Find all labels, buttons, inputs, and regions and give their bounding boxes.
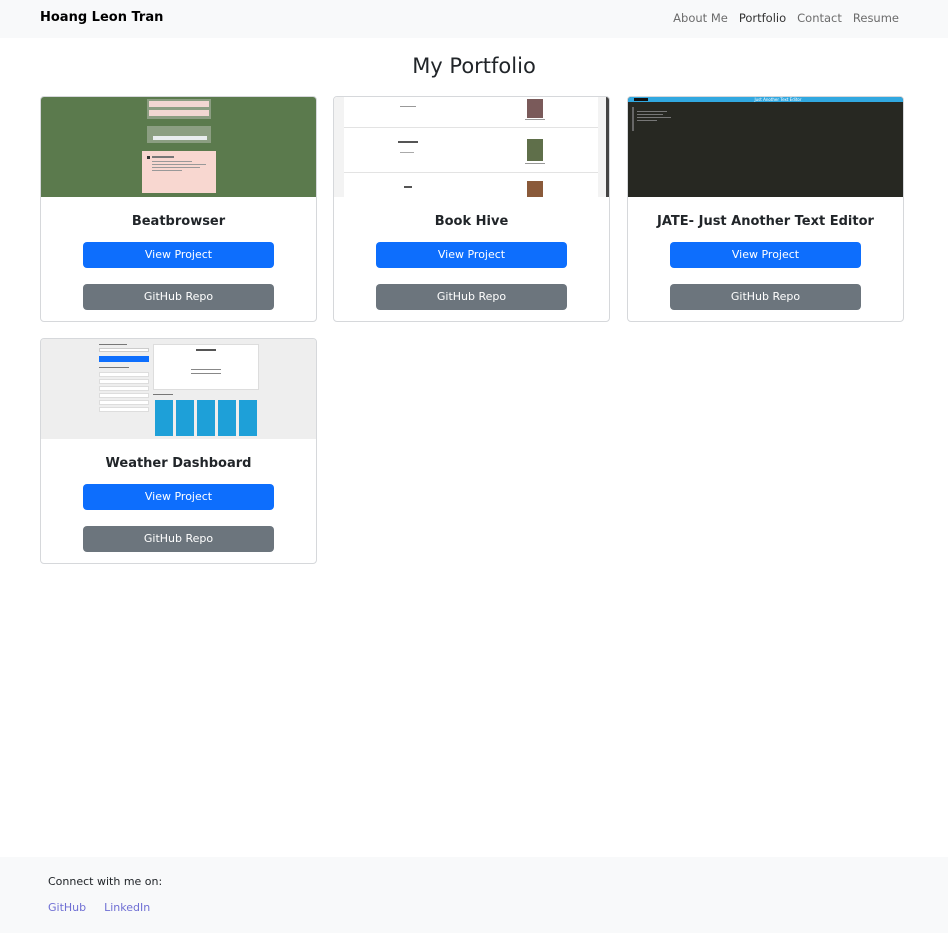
github-repo-button[interactable]: GitHub Repo <box>670 284 861 310</box>
nav-link-contact[interactable]: Contact <box>797 11 842 25</box>
footer-connect-text: Connect with me on: <box>48 875 163 888</box>
thumbnail-header-text: Just Another Text Editor <box>754 97 802 102</box>
page-title: My Portfolio <box>412 54 536 78</box>
github-repo-button[interactable]: GitHub Repo <box>376 284 567 310</box>
navbar: Hoang Leon Tran About Me Portfolio Conta… <box>0 0 948 38</box>
footer-link-github[interactable]: GitHub <box>48 901 86 914</box>
github-repo-button[interactable]: GitHub Repo <box>83 284 274 310</box>
project-title: Beatbrowser <box>131 214 226 229</box>
view-project-button[interactable]: View Project <box>376 242 567 268</box>
view-project-button[interactable]: View Project <box>670 242 861 268</box>
brand-name[interactable]: Hoang Leon Tran <box>40 10 163 25</box>
project-card-book-hive: Book Hive View Project GitHub Repo <box>333 96 610 322</box>
view-project-button[interactable]: View Project <box>83 484 274 510</box>
footer-link-linkedin[interactable]: LinkedIn <box>104 901 150 914</box>
project-thumbnail[interactable] <box>41 339 316 439</box>
view-project-button[interactable]: View Project <box>83 242 274 268</box>
project-thumbnail[interactable] <box>334 97 609 197</box>
nav-link-resume[interactable]: Resume <box>853 11 899 25</box>
github-repo-button[interactable]: GitHub Repo <box>83 526 274 552</box>
project-title: JATE- Just Another Text Editor <box>657 214 874 229</box>
project-title: Book Hive <box>434 214 509 229</box>
project-thumbnail[interactable] <box>41 97 316 197</box>
project-card-beatbrowser: Beatbrowser View Project GitHub Repo <box>40 96 317 322</box>
footer-links: GitHub LinkedIn <box>48 901 150 914</box>
project-thumbnail[interactable]: Just Another Text Editor <box>628 97 903 197</box>
project-card-jate: Just Another Text Editor JATE- Just Anot… <box>627 96 904 322</box>
nav-link-portfolio[interactable]: Portfolio <box>739 11 786 25</box>
project-card-weather-dashboard: Weather Dashboard View Project GitHub Re… <box>40 338 317 564</box>
nav-link-about-me[interactable]: About Me <box>673 11 728 25</box>
nav-links: About Me Portfolio Contact Resume <box>662 11 899 25</box>
footer: Connect with me on: GitHub LinkedIn <box>0 857 948 933</box>
project-title: Weather Dashboard <box>105 456 252 471</box>
